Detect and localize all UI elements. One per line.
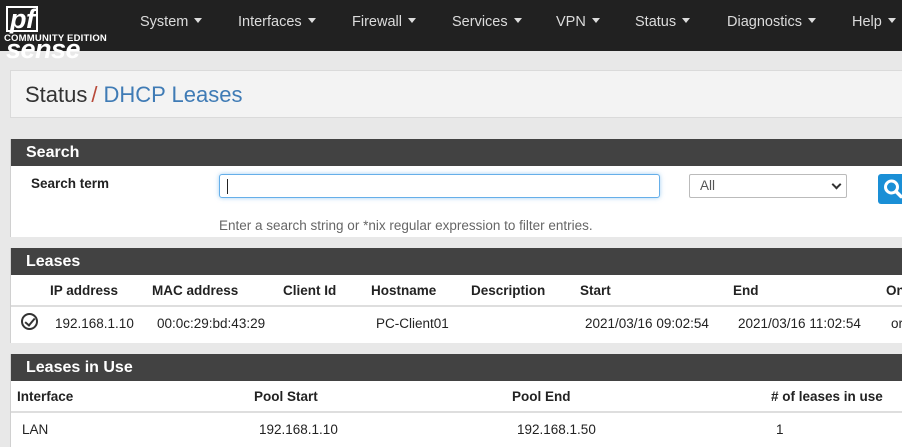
caret-down-icon (807, 18, 816, 23)
nav-vpn-label: VPN (556, 14, 586, 30)
nav-help-label: Help (852, 14, 882, 30)
header-divider (11, 411, 902, 413)
header-divider (11, 305, 902, 307)
col-ip-address[interactable]: IP address (50, 283, 118, 298)
nav-services[interactable]: Services (452, 14, 522, 30)
logo-edition: COMMUNITY EDITION (4, 33, 107, 44)
breadcrumb: Status / DHCP Leases (10, 70, 902, 118)
lease-ip: 192.168.1.10 (55, 316, 134, 331)
caret-down-icon (513, 18, 522, 23)
inuse-pool-end: 192.168.1.50 (517, 422, 596, 437)
nav-diagnostics[interactable]: Diagnostics (727, 14, 816, 30)
nav-firewall[interactable]: Firewall (352, 14, 416, 30)
search-panel-title: Search (11, 139, 902, 166)
leases-panel: Leases IP address MAC address Client Id … (10, 248, 902, 343)
lease-start: 2021/03/16 09:02:54 (585, 316, 709, 331)
leases-in-use-title: Leases in Use (11, 354, 902, 381)
search-filter-select[interactable]: All (689, 174, 847, 198)
nav-system-label: System (140, 14, 189, 30)
page-title: Status / DHCP Leases (25, 82, 243, 108)
search-button[interactable] (878, 174, 902, 204)
caret-down-icon (682, 18, 691, 23)
col-leases-in-use[interactable]: # of leases in use (771, 389, 883, 404)
col-mac-address[interactable]: MAC address (152, 283, 238, 298)
search-term-label: Search term (31, 176, 110, 191)
nav-system[interactable]: System (140, 14, 203, 30)
inuse-pool-start: 192.168.1.10 (259, 422, 338, 437)
nav-status[interactable]: Status (635, 14, 691, 30)
logo-pf: pf (6, 6, 39, 33)
top-navbar: pfsense COMMUNITY EDITION System Interfa… (0, 0, 902, 65)
inuse-count: 1 (776, 422, 784, 437)
nav-help[interactable]: Help (852, 14, 896, 30)
chevron-down-icon (831, 179, 842, 190)
caret-down-icon (407, 18, 416, 23)
col-start[interactable]: Start (580, 283, 611, 298)
col-pool-end[interactable]: Pool End (512, 389, 571, 404)
text-cursor (227, 179, 228, 194)
nav-interfaces[interactable]: Interfaces (238, 14, 316, 30)
caret-down-icon (194, 18, 203, 23)
search-filter-value: All (700, 178, 716, 193)
pfsense-logo[interactable]: pfsense COMMUNITY EDITION (4, 4, 112, 65)
search-input[interactable] (219, 174, 660, 198)
col-hostname[interactable]: Hostname (371, 283, 436, 298)
col-client-id[interactable]: Client Id (283, 283, 336, 298)
breadcrumb-section: Status (25, 82, 88, 107)
nav-interfaces-label: Interfaces (238, 14, 302, 30)
caret-down-icon (307, 18, 316, 23)
col-online[interactable]: On (886, 283, 902, 298)
nav-firewall-label: Firewall (352, 14, 402, 30)
lease-hostname: PC-Client01 (376, 316, 449, 331)
nav-vpn[interactable]: VPN (556, 14, 600, 30)
search-icon (884, 179, 902, 199)
caret-down-icon (591, 18, 600, 23)
col-interface[interactable]: Interface (17, 389, 73, 404)
breadcrumb-separator: / (91, 82, 98, 107)
nav-status-label: Status (635, 14, 677, 30)
col-end[interactable]: End (733, 283, 759, 298)
lease-online: or (891, 316, 902, 331)
leases-in-use-panel: Leases in Use Interface Pool Start Pool … (10, 354, 902, 447)
breadcrumb-page-link[interactable]: DHCP Leases (104, 82, 243, 107)
col-description[interactable]: Description (471, 283, 545, 298)
online-status-icon (21, 313, 38, 330)
inuse-interface: LAN (22, 422, 49, 437)
caret-down-icon (887, 18, 896, 23)
col-pool-start[interactable]: Pool Start (254, 389, 318, 404)
lease-end: 2021/03/16 11:02:54 (738, 316, 861, 331)
search-panel: Search Search term All Enter a search st… (10, 139, 902, 237)
lease-mac: 00:0c:29:bd:43:29 (157, 316, 266, 331)
nav-services-label: Services (452, 14, 508, 30)
search-help-text: Enter a search string or *nix regular ex… (219, 218, 593, 233)
nav-diagnostics-label: Diagnostics (727, 14, 802, 30)
leases-panel-title: Leases (11, 248, 902, 275)
